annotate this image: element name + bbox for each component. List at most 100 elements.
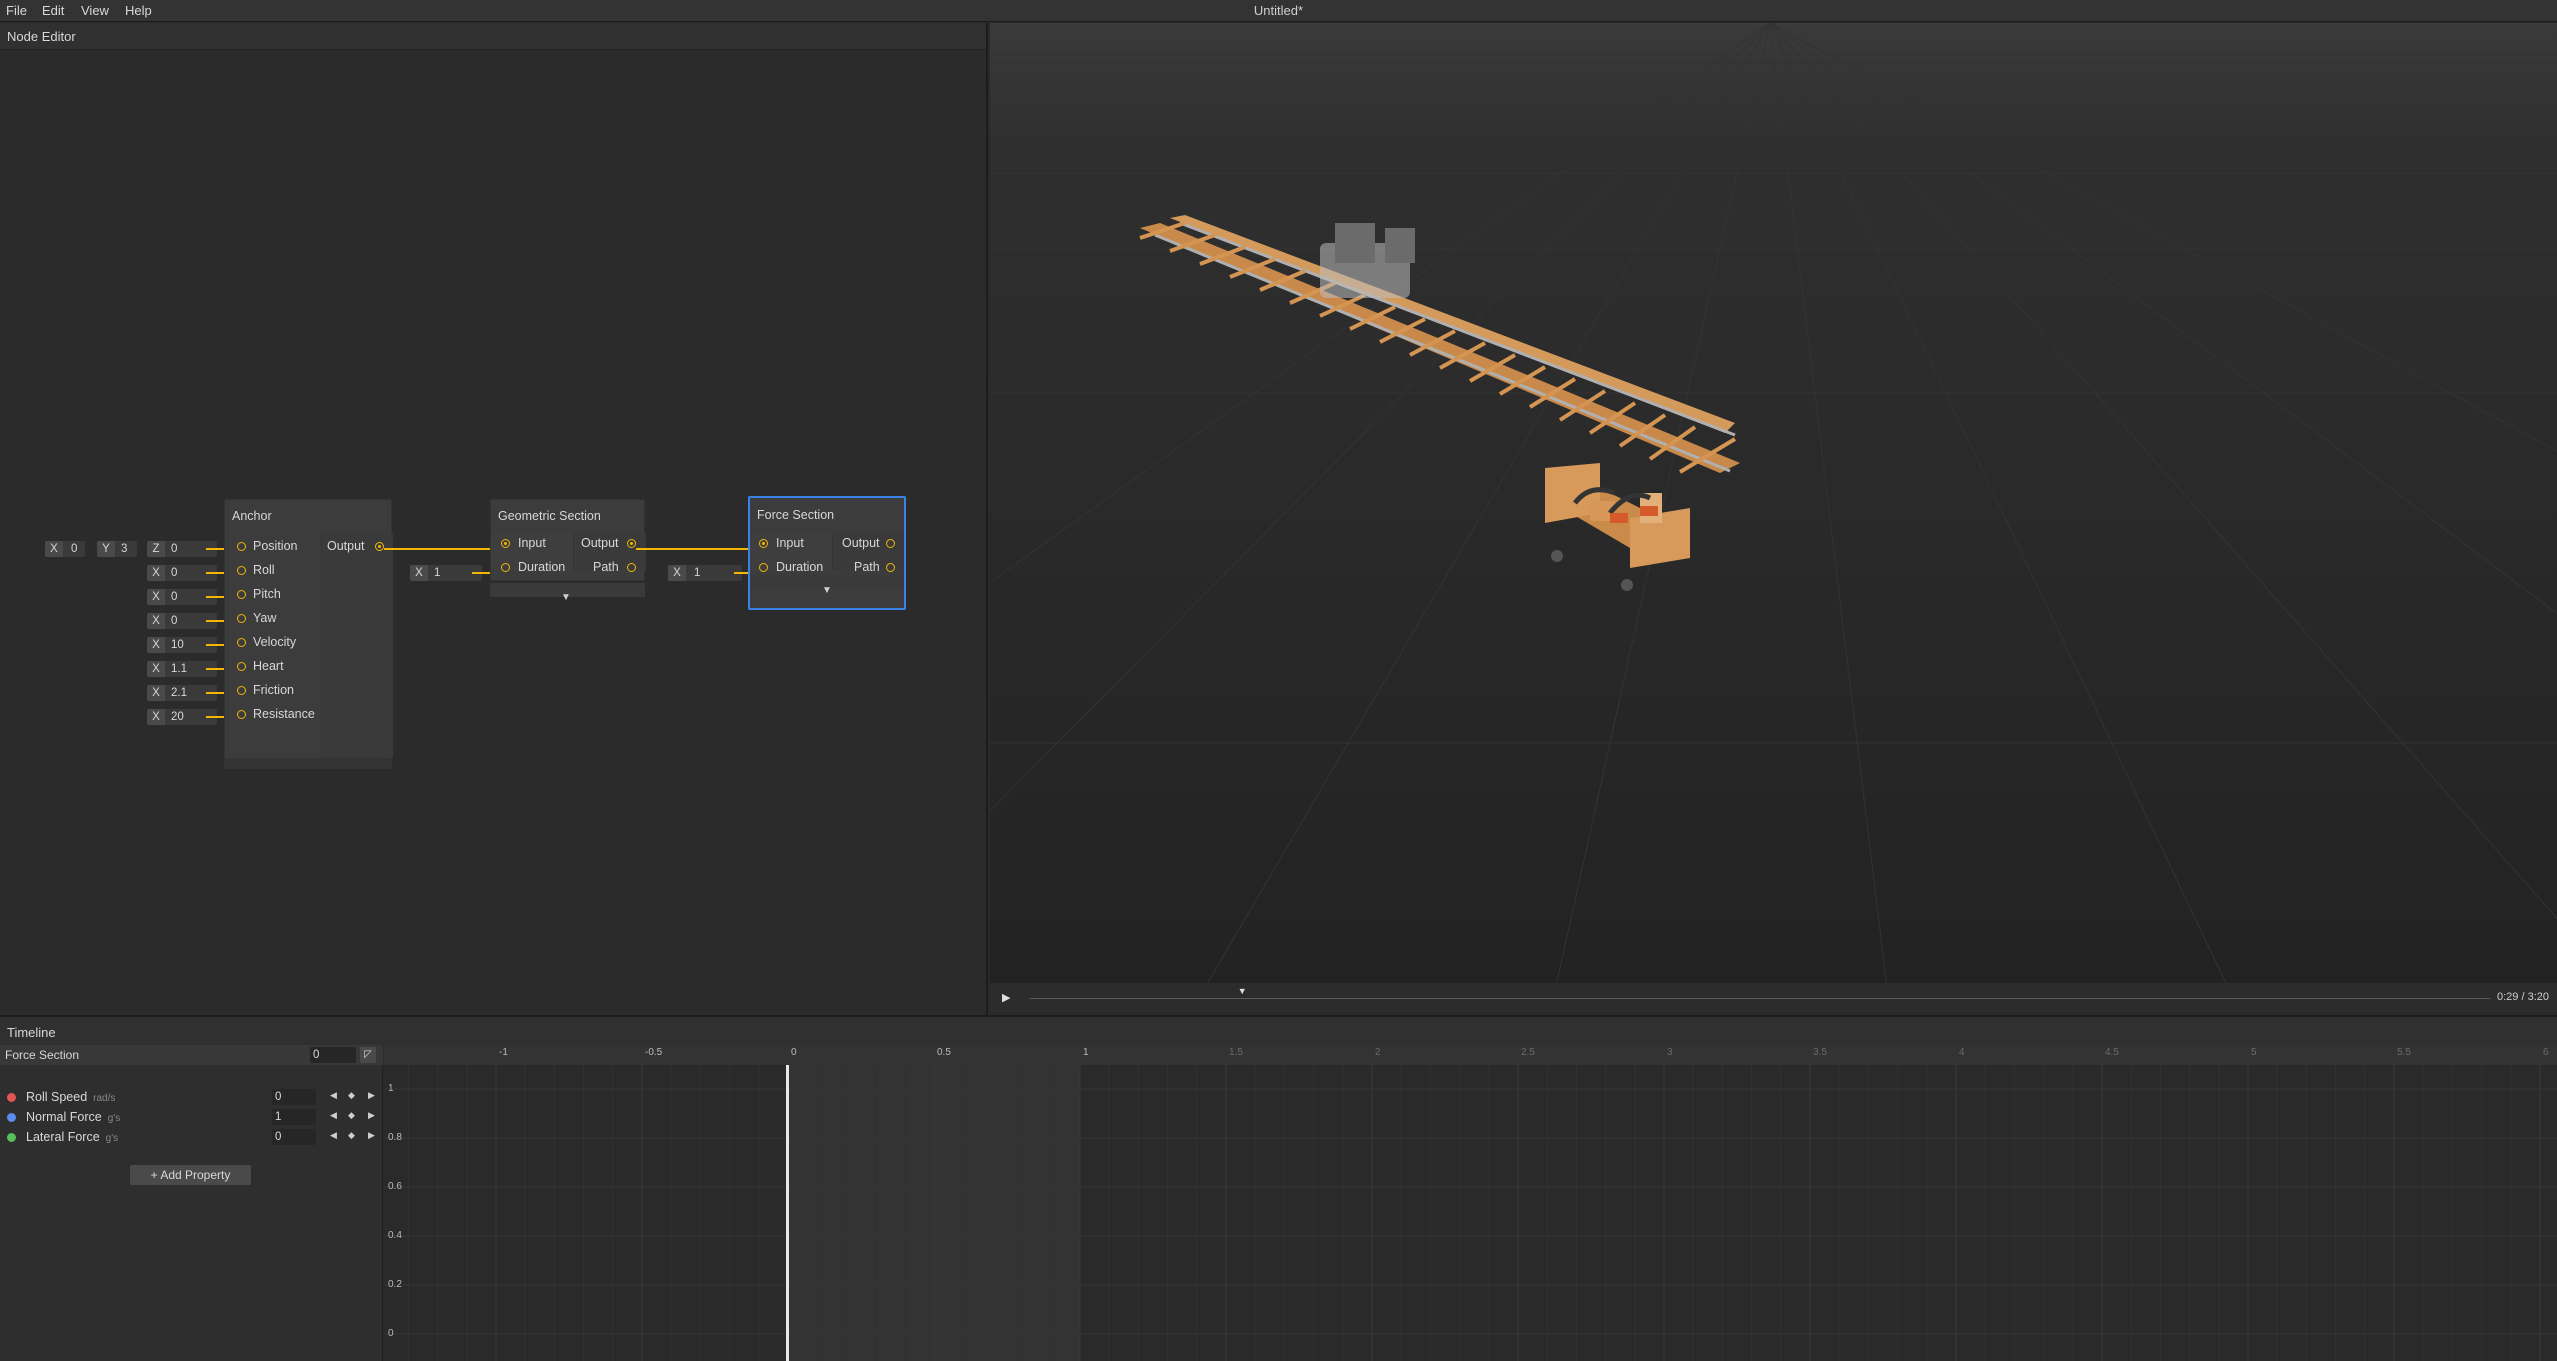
force-section-node[interactable]: Force Section Input Duration Output Path… (748, 496, 906, 610)
anchor-input-label: Velocity (253, 635, 297, 649)
chevron-down-icon[interactable]: ▼ (822, 585, 832, 596)
property-value-input[interactable]: 1 (272, 1109, 316, 1125)
anchor-position-port[interactable] (237, 542, 246, 551)
prev-keyframe-icon[interactable]: ◀ (330, 1090, 337, 1101)
y-tick-label: 0.2 (388, 1279, 402, 1290)
anchor-node-title: Anchor (232, 509, 272, 523)
ruler-label: 4 (1959, 1047, 1965, 1058)
force-input-port[interactable] (759, 539, 768, 548)
field-value: 0 (171, 567, 178, 579)
anchor-position-x-field[interactable]: X 0 (45, 541, 85, 557)
force-duration-label: Duration (776, 560, 824, 574)
ruler-label: 0.5 (937, 1047, 951, 1058)
property-row[interactable]: Roll Speed rad/s 0 ◀ ◆ ▶ (0, 1087, 383, 1107)
property-row[interactable]: Normal Force g's 1 ◀ ◆ ▶ (0, 1107, 383, 1127)
property-name: Normal Force g's (26, 1110, 121, 1124)
prev-keyframe-icon[interactable]: ◀ (330, 1130, 337, 1141)
anchor-input-label: Resistance (253, 707, 315, 721)
ruler-label: 4.5 (2105, 1047, 2119, 1058)
y-tick-label: 0.4 (388, 1230, 402, 1241)
geometric-output-label: Output (581, 536, 619, 550)
next-keyframe-icon[interactable]: ▶ (368, 1130, 375, 1141)
geometric-duration-port[interactable] (501, 563, 510, 572)
property-row[interactable]: Lateral Force g's 0 ◀ ◆ ▶ (0, 1127, 383, 1147)
keyframe-icon[interactable]: ◆ (348, 1110, 355, 1121)
anchor-input-port[interactable] (237, 638, 246, 647)
property-color-dot (7, 1113, 16, 1122)
force-output-port[interactable] (886, 539, 895, 548)
field-value: 3 (121, 543, 128, 555)
anchor-output-label: Output (327, 539, 365, 553)
menu-edit[interactable]: Edit (42, 3, 64, 18)
play-icon[interactable]: ▶ (1002, 991, 1010, 1004)
axis-label: X (147, 661, 165, 677)
geometric-output-port[interactable] (627, 539, 636, 548)
ruler-label: 2 (1375, 1047, 1381, 1058)
window-title: Untitled* (1253, 3, 1304, 18)
force-input-label: Input (776, 536, 804, 550)
menu-help[interactable]: Help (125, 3, 152, 18)
property-value-input[interactable]: 0 (272, 1129, 316, 1145)
timeline-panel: Timeline Force Section 0 ◸ Roll Speed rad… (0, 1015, 2557, 1361)
add-property-button[interactable]: + Add Property (130, 1165, 251, 1185)
anchor-input-port[interactable] (237, 566, 246, 575)
node-editor-panel[interactable]: Node Editor X 0 Y 3 Z 0 X 0 X 0 X 0 X 10 X 1.1 X 2.… (0, 23, 988, 1023)
geometric-path-port[interactable] (627, 563, 636, 572)
menu-view[interactable]: View (81, 3, 109, 18)
playhead[interactable] (786, 1045, 789, 1361)
geometric-section-node[interactable]: Geometric Section Input Duration Output … (490, 499, 646, 581)
time-readout: 0:29 / 3:20 (2497, 991, 2549, 1003)
force-path-label: Path (854, 560, 880, 574)
ruler-label: -1 (499, 1047, 508, 1058)
timeline-graph[interactable]: -1 -0.5 0 0.5 1 1.5 2 2.5 3 3.5 4 4.5 5 5.5 6 1 0.8 0.6 0… (384, 1045, 2557, 1361)
field-value: 0 (71, 543, 78, 555)
scrub-track[interactable] (1030, 998, 2490, 999)
ruler-label: 3 (1667, 1047, 1673, 1058)
ruler-label: -0.5 (645, 1047, 663, 1058)
ruler-label: 1.5 (1229, 1047, 1243, 1058)
graph-background (384, 1045, 2557, 1361)
wire-geometric-to-force (636, 548, 760, 550)
wire-anchor-to-geometric (384, 548, 504, 550)
ruler-label: 5.5 (2397, 1047, 2411, 1058)
geometric-input-label: Input (518, 536, 546, 550)
keyframe-icon[interactable]: ◆ (348, 1090, 355, 1101)
timeline-ruler[interactable] (384, 1045, 2557, 1065)
force-duration-field[interactable]: X 1 (668, 565, 742, 581)
axis-label: X (147, 709, 165, 725)
chevron-down-icon[interactable]: ▼ (561, 592, 571, 603)
force-duration-port[interactable] (759, 563, 768, 572)
3d-viewport[interactable] (990, 23, 2557, 1013)
ruler-label: 1 (1083, 1047, 1089, 1058)
property-unit: rad/s (93, 1093, 116, 1104)
anchor-position-label: Position (253, 539, 298, 553)
property-value-input[interactable]: 0 (272, 1089, 316, 1105)
anchor-position-y-field[interactable]: Y 3 (97, 541, 137, 557)
property-name: Roll Speed rad/s (26, 1090, 116, 1104)
anchor-input-port[interactable] (237, 662, 246, 671)
anchor-input-port[interactable] (237, 686, 246, 695)
graph-icon[interactable]: ◸ (360, 1047, 376, 1063)
axis-label: Z (147, 541, 165, 557)
field-value: 0 (171, 615, 178, 627)
prev-keyframe-icon[interactable]: ◀ (330, 1110, 337, 1121)
next-keyframe-icon[interactable]: ▶ (368, 1110, 375, 1121)
next-keyframe-icon[interactable]: ▶ (368, 1090, 375, 1101)
geometric-duration-label: Duration (518, 560, 566, 574)
anchor-output-port[interactable] (375, 542, 384, 551)
force-path-port[interactable] (886, 563, 895, 572)
axis-label: X (410, 565, 428, 581)
geometric-input-port[interactable] (501, 539, 510, 548)
section-value-input[interactable]: 0 (310, 1047, 356, 1063)
scrub-thumb[interactable]: ▼ (1238, 986, 1247, 996)
axis-label: Y (97, 541, 115, 557)
anchor-node[interactable]: Anchor Position Output Roll Pitch Yaw Veloc… (224, 499, 393, 769)
anchor-input-port[interactable] (237, 710, 246, 719)
geometric-path-label: Path (593, 560, 619, 574)
anchor-input-port[interactable] (237, 614, 246, 623)
force-output-label: Output (842, 536, 880, 550)
anchor-input-port[interactable] (237, 590, 246, 599)
menu-file[interactable]: File (6, 3, 27, 18)
keyframe-icon[interactable]: ◆ (348, 1130, 355, 1141)
y-tick-label: 0.6 (388, 1181, 402, 1192)
